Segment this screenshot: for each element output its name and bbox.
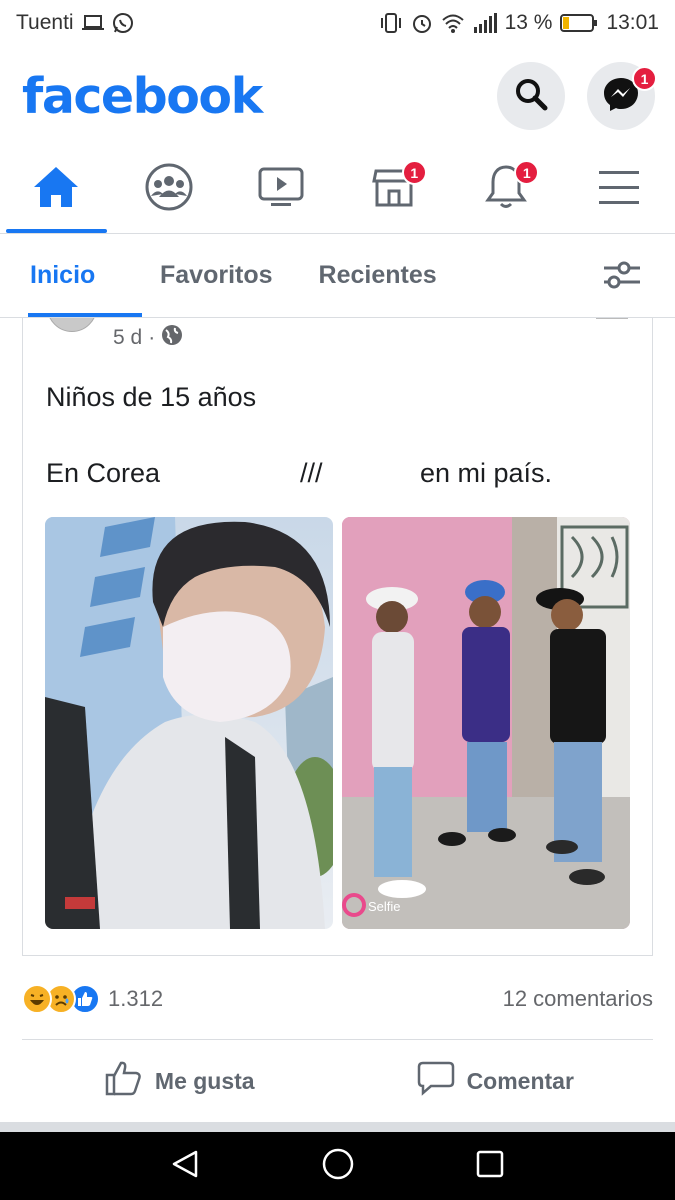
hamburger-menu-icon: [598, 169, 640, 210]
globe-icon: [161, 324, 183, 352]
comment-button[interactable]: Comentar: [338, 1060, 654, 1102]
post-photo-right[interactable]: Selfie: [342, 517, 630, 929]
comment-label: Comentar: [466, 1067, 574, 1094]
comment-count[interactable]: 12 comentarios: [503, 986, 653, 1012]
like-label: Me gusta: [154, 1067, 255, 1094]
sliders-icon: [603, 261, 641, 294]
like-button[interactable]: Me gusta: [22, 1060, 338, 1102]
post-card: 5 d · Niños de 15 años En Corea /// en m…: [22, 318, 653, 956]
subtab-recientes[interactable]: Recientes: [303, 234, 453, 317]
search-button[interactable]: [497, 62, 565, 130]
main-tab-bar: 1 1: [0, 146, 675, 234]
filter-settings-button[interactable]: [603, 260, 641, 295]
alarm-icon: [411, 12, 433, 34]
post-actions: Me gusta Comentar: [22, 1040, 653, 1122]
reactions-row: 1.312 12 comentarios: [22, 978, 653, 1020]
post-photo-left[interactable]: [45, 517, 333, 929]
post-text-mid: ///: [300, 458, 323, 488]
feed-filter-tabs: Inicio Favoritos Recientes: [0, 234, 675, 318]
subtab-favoritos[interactable]: Favoritos: [144, 234, 289, 317]
tab-marketplace[interactable]: 1: [338, 146, 451, 233]
battery-percent: 13 %: [504, 11, 553, 34]
thumbs-up-icon: [105, 1060, 143, 1102]
tab-notifications[interactable]: 1: [450, 146, 563, 233]
post-meta: 5 d ·: [113, 324, 183, 352]
vibrate-icon: [379, 12, 403, 34]
post-text-left: En Corea: [46, 458, 161, 488]
messenger-badge: 1: [632, 66, 657, 91]
status-bar: Tuenti 13 % 13:01: [0, 0, 675, 46]
post-options-button[interactable]: [596, 318, 628, 319]
author-avatar[interactable]: [47, 318, 97, 332]
system-nav-bar: [0, 1132, 675, 1200]
post-text-line1: Niños de 15 años: [46, 382, 257, 412]
tab-menu[interactable]: [563, 146, 675, 233]
laptop-icon: [81, 15, 104, 31]
video-icon: [257, 166, 305, 213]
reaction-count: 1.312: [108, 986, 164, 1011]
laugh-emoji-icon: [22, 984, 52, 1014]
home-icon: [32, 165, 80, 214]
messenger-button[interactable]: 1: [587, 62, 657, 130]
tab-home[interactable]: [0, 146, 113, 233]
wifi-icon: [441, 13, 465, 33]
meta-separator: ·: [148, 326, 156, 349]
facebook-logo[interactable]: facebook: [22, 68, 263, 125]
clock-time: 13:01: [606, 11, 659, 34]
home-nav-icon[interactable]: [321, 1147, 355, 1186]
selfie-watermark: Selfie: [368, 899, 401, 914]
signal-icon: [473, 13, 497, 33]
back-nav-icon[interactable]: [170, 1148, 202, 1185]
tab-groups[interactable]: [113, 146, 226, 233]
groups-icon: [144, 162, 194, 217]
comment-bubble-icon: [417, 1060, 455, 1102]
whatsapp-icon: [112, 12, 134, 34]
marketplace-badge: 1: [401, 160, 427, 185]
subtab-inicio[interactable]: Inicio: [14, 234, 142, 317]
feed-separator: [0, 1122, 675, 1132]
app-header: facebook 1: [0, 46, 675, 146]
tab-watch[interactable]: [225, 146, 338, 233]
post-time[interactable]: 5 d: [113, 326, 142, 350]
post-text-right: en mi país.: [420, 458, 553, 488]
status-left: Tuenti: [16, 11, 134, 35]
status-right: 13 % 13:01: [379, 11, 659, 35]
recents-nav-icon[interactable]: [475, 1149, 505, 1184]
search-icon: [513, 76, 549, 117]
header-actions: 1: [497, 62, 657, 130]
notifications-badge: 1: [514, 160, 540, 185]
battery-icon: [560, 13, 598, 33]
reaction-summary[interactable]: 1.312: [22, 984, 163, 1014]
carrier-name: Tuenti: [16, 11, 74, 34]
